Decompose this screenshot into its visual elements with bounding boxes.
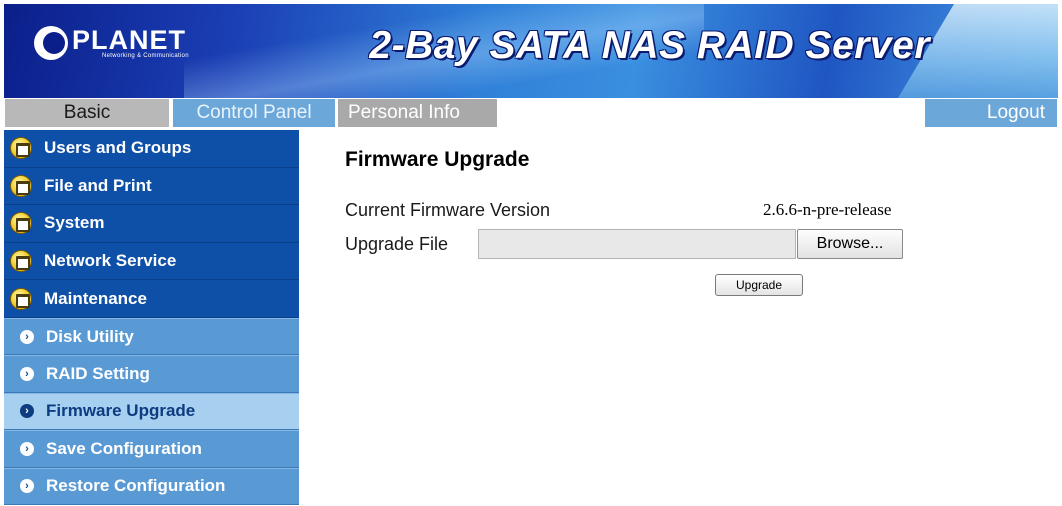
sidebar: Users and Groups File and Print System N… <box>4 130 299 506</box>
sidebar-item-firmware-upgrade[interactable]: › Firmware Upgrade <box>4 392 299 431</box>
current-firmware-version-label: Current Firmware Version <box>345 200 551 220</box>
sidebar-category-network-service[interactable]: Network Service <box>4 242 299 281</box>
logout-button[interactable]: Logout <box>924 98 1058 128</box>
sidebar-item-label: RAID Setting <box>46 364 150 384</box>
brand-tagline: Networking & Communication <box>102 53 189 59</box>
browse-button[interactable]: Browse... <box>797 229 903 259</box>
top-tab-bar: Basic Control Panel Personal Info Logout <box>4 98 1058 128</box>
folder-icon <box>10 212 32 235</box>
chevron-right-icon: › <box>20 329 34 344</box>
page-title: Firmware Upgrade <box>345 148 530 171</box>
chevron-right-icon: › <box>20 441 34 456</box>
folder-icon <box>10 287 32 310</box>
upgrade-button[interactable]: Upgrade <box>715 274 803 296</box>
header-banner: PLANET Networking & Communication 2-Bay … <box>4 4 1058 98</box>
sidebar-category-system[interactable]: System <box>4 205 299 243</box>
sidebar-item-disk-utility[interactable]: › Disk Utility <box>4 317 299 356</box>
chevron-right-icon: › <box>20 479 34 494</box>
sidebar-category-maintenance[interactable]: Maintenance <box>4 280 299 318</box>
sidebar-item-label: Save Configuration <box>46 438 202 458</box>
product-title: 2-Bay SATA NAS RAID Server <box>369 24 930 67</box>
chevron-right-icon: › <box>20 367 34 382</box>
sidebar-item-label: Firmware Upgrade <box>46 401 196 421</box>
chevron-right-icon: › <box>20 404 34 419</box>
brand-name: PLANET <box>72 25 186 55</box>
sidebar-item-save-configuration[interactable]: › Save Configuration <box>4 430 299 468</box>
current-firmware-version-value: 2.6.6-n-pre-release <box>763 200 892 219</box>
folder-icon <box>10 137 32 160</box>
sidebar-category-label: Maintenance <box>44 288 147 308</box>
tab-personal-info[interactable]: Personal Info <box>337 98 498 128</box>
sidebar-category-label: System <box>44 213 105 233</box>
folder-icon <box>10 250 32 273</box>
planet-logo: PLANET Networking & Communication <box>34 26 189 60</box>
sidebar-category-file-and-print[interactable]: File and Print <box>4 167 299 206</box>
tab-basic[interactable]: Basic <box>4 98 170 128</box>
planet-logo-icon <box>34 26 68 60</box>
sidebar-category-label: File and Print <box>44 175 152 195</box>
sidebar-category-users-and-groups[interactable]: Users and Groups <box>4 130 299 168</box>
sidebar-category-label: Network Service <box>44 251 177 271</box>
sidebar-item-label: Disk Utility <box>46 326 134 346</box>
sidebar-item-restore-configuration[interactable]: › Restore Configuration <box>4 467 299 505</box>
upgrade-file-label: Upgrade File <box>345 234 449 254</box>
sidebar-item-label: Restore Configuration <box>46 476 226 496</box>
folder-icon <box>10 174 32 197</box>
sidebar-item-raid-setting[interactable]: › RAID Setting <box>4 355 299 393</box>
tab-control-panel[interactable]: Control Panel <box>172 98 336 128</box>
upgrade-file-input[interactable] <box>478 229 796 259</box>
sidebar-category-label: Users and Groups <box>44 138 192 158</box>
